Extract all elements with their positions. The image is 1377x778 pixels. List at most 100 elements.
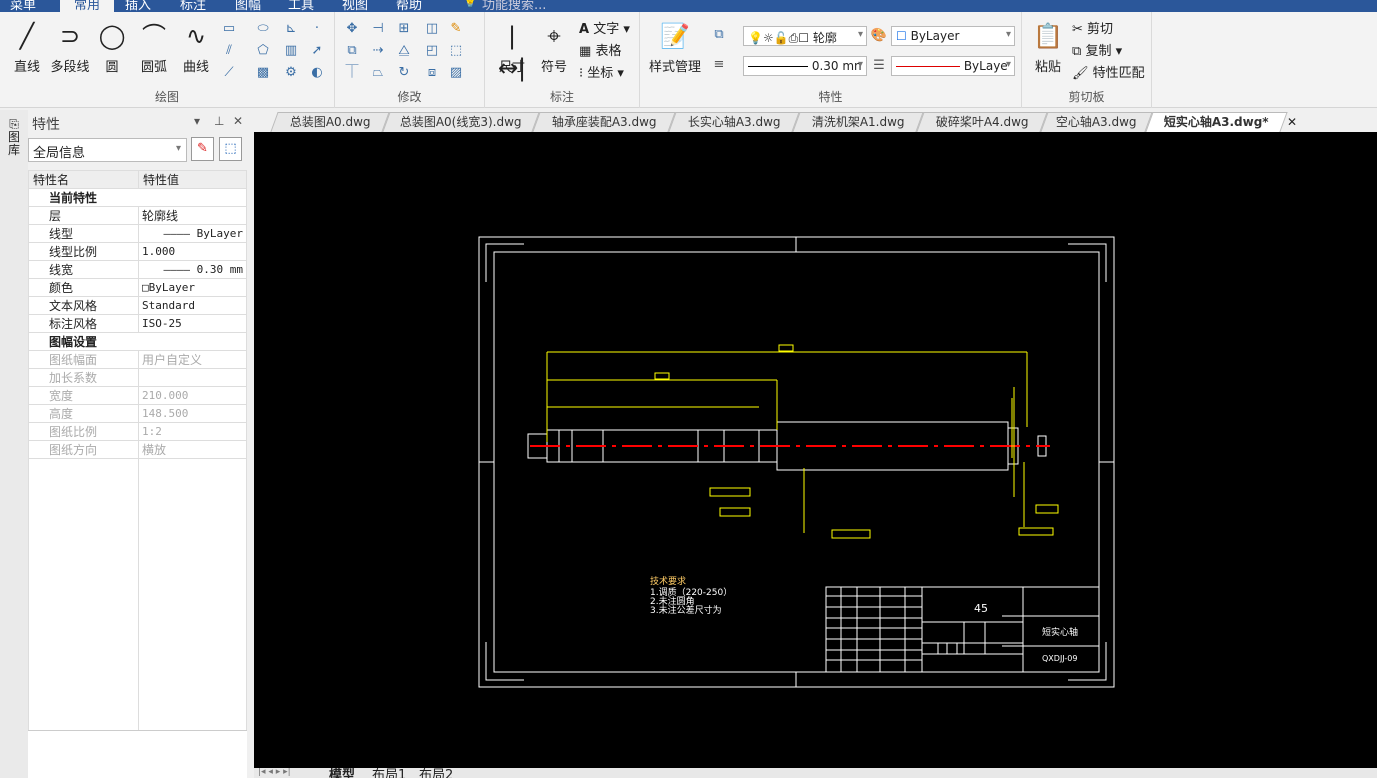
layout-tab-model[interactable]: 模型 bbox=[329, 768, 355, 778]
erase-icon[interactable]: ✎ bbox=[447, 20, 465, 38]
doc-tab[interactable]: 破碎桨叶A4.dwg bbox=[916, 112, 1048, 132]
part-name-text: 短实心轴 bbox=[1042, 626, 1078, 638]
menu-tab[interactable]: 插入 bbox=[125, 0, 151, 12]
color-wheel-icon[interactable]: 🎨 bbox=[870, 27, 888, 45]
doc-tab[interactable]: 长实心轴A3.dwg bbox=[668, 112, 800, 132]
table-button[interactable]: ▦ 表格 bbox=[579, 40, 621, 59]
copy-button[interactable]: ⧉ 复制 ▾ bbox=[1072, 40, 1122, 59]
table-row[interactable]: 线宽 ———— 0.30 mm bbox=[28, 260, 247, 279]
rotate-icon[interactable]: ↻ bbox=[395, 64, 413, 82]
layout-tab[interactable]: 布局2 bbox=[419, 768, 453, 778]
color-dropdown[interactable]: ☐ ByLayer bbox=[891, 26, 1015, 46]
construction-line-icon[interactable]: ⟋ bbox=[220, 64, 238, 82]
polyline-button[interactable]: ⊃ 多段线 bbox=[48, 20, 92, 75]
library-tab[interactable]: ⎘ 图库 bbox=[6, 118, 22, 157]
table-row[interactable]: 线型比例 1.000 bbox=[28, 242, 247, 261]
region-icon[interactable]: ◐ bbox=[308, 64, 326, 82]
linetype-dropdown[interactable]: ByLaye bbox=[891, 56, 1015, 76]
annotate-group: |↔| 尺寸 ⌖ 符号 A 文字 ▾ ▦ 表格 ⁝ 坐标 ▾ 标注 bbox=[485, 12, 640, 108]
quick-select-icon[interactable]: ⬚ bbox=[219, 137, 242, 161]
table-row[interactable]: 标注风格 ISO-25 bbox=[28, 314, 247, 333]
menu-tab[interactable]: 图幅 bbox=[235, 0, 261, 12]
group-current[interactable]: 当前特性 bbox=[28, 188, 247, 207]
gear-shape-icon[interactable]: ▥ bbox=[282, 42, 300, 60]
coordinate-icon: ⁝ bbox=[579, 66, 584, 81]
drawing-number-text: QXDJJ-09 bbox=[1042, 654, 1077, 663]
cut-button[interactable]: ✂ 剪切 bbox=[1072, 18, 1113, 37]
arc-button[interactable]: ⌒ 圆弧 bbox=[136, 20, 172, 75]
menu-tab[interactable]: 菜单 bbox=[10, 0, 36, 12]
menu-tab[interactable]: 视图 bbox=[342, 0, 368, 12]
table-row[interactable]: 层轮廓线 bbox=[28, 206, 247, 225]
group-sheet[interactable]: 图幅设置 bbox=[28, 332, 247, 351]
text-button[interactable]: A 文字 ▾ bbox=[579, 18, 630, 37]
menu-tab-active[interactable]: 常用 bbox=[60, 0, 115, 12]
lineweight-icon[interactable]: ≡ bbox=[710, 56, 728, 74]
doc-tab[interactable]: 总装图A0(线宽3).dwg bbox=[382, 112, 540, 132]
move-icon[interactable]: ✥ bbox=[343, 20, 361, 38]
doc-tab[interactable]: 轴承座装配A3.dwg bbox=[532, 112, 676, 132]
ellipse-icon[interactable]: ⬭ bbox=[254, 20, 272, 38]
scale-icon[interactable]: ◰ bbox=[423, 42, 441, 60]
linetype-icon[interactable]: ☰ bbox=[870, 57, 888, 75]
table-row[interactable]: 颜色 □ByLayer bbox=[28, 278, 247, 297]
hatch-icon[interactable]: ▩ bbox=[254, 64, 272, 82]
line-button[interactable]: ╱ 直线 bbox=[8, 20, 46, 75]
menu-tab[interactable]: 工具 bbox=[288, 0, 314, 12]
function-search[interactable]: 功能搜索... bbox=[482, 0, 546, 12]
layer-manager-icon[interactable]: ⧉ bbox=[710, 26, 728, 44]
search-icon[interactable]: 💡 bbox=[462, 0, 478, 9]
table-row[interactable]: 线型 ———— ByLayer bbox=[28, 224, 247, 243]
pin-icon[interactable]: ⊥ bbox=[214, 114, 224, 128]
break-icon[interactable]: ◫ bbox=[423, 20, 441, 38]
close-tab-icon[interactable]: ✕ bbox=[1287, 115, 1297, 129]
symbol-button[interactable]: ⌖ 符号 bbox=[535, 20, 573, 75]
doc-tab[interactable]: 空心轴A3.dwg bbox=[1040, 112, 1153, 132]
parallel-line-icon[interactable]: ⫽ bbox=[220, 42, 238, 60]
trim-icon[interactable]: ⊣ bbox=[369, 20, 387, 38]
3d-icon[interactable]: ⧈ bbox=[423, 64, 441, 82]
menu-tab[interactable]: 帮助 bbox=[396, 0, 422, 12]
text-icon: A bbox=[579, 22, 590, 37]
layout-tab[interactable]: 布局1 bbox=[372, 768, 406, 778]
symbol-icon: ⌖ bbox=[547, 22, 561, 50]
arrow-icon[interactable]: ➚ bbox=[308, 42, 326, 60]
point-icon[interactable]: · bbox=[308, 20, 326, 38]
style-manager-button[interactable]: 📝 样式管理 bbox=[646, 20, 704, 75]
stretch-icon[interactable]: ⏢ bbox=[369, 64, 387, 82]
mirror-icon[interactable]: ⧋ bbox=[395, 42, 413, 60]
doc-tab[interactable]: 总装图A0.dwg bbox=[270, 112, 390, 132]
clear-selection-icon[interactable]: ✎ bbox=[191, 137, 214, 161]
paste-button[interactable]: 📋 粘贴 bbox=[1028, 20, 1068, 75]
layer-state-icons: 💡☼🔓⎙☐ bbox=[748, 31, 809, 45]
doc-tab[interactable]: 清洗机架A1.dwg bbox=[792, 112, 924, 132]
side-strip: ⎘ 图库 bbox=[0, 110, 28, 778]
copy-object-icon[interactable]: ⧉ bbox=[343, 42, 361, 60]
extend-icon[interactable]: ⇢ bbox=[369, 42, 387, 60]
match-properties-button[interactable]: 🖌 特性匹配 bbox=[1072, 62, 1145, 81]
curve-button[interactable]: ∿ 曲线 bbox=[178, 20, 214, 75]
panel-menu-icon[interactable]: ▾ bbox=[194, 114, 200, 128]
menu-tab[interactable]: 标注 bbox=[180, 0, 206, 12]
lineweight-dropdown[interactable]: 0.30 mn bbox=[743, 56, 867, 76]
selection-dropdown[interactable]: 全局信息 bbox=[28, 138, 187, 162]
close-icon[interactable]: ✕ bbox=[233, 114, 243, 128]
drawing-canvas[interactable]: 技术要求 1.调质（220-250） 2.未注圆角 3.未注公差尺寸为 45 短… bbox=[254, 132, 1377, 768]
array-icon[interactable]: ⊞ bbox=[395, 20, 413, 38]
gear-icon[interactable]: ⚙ bbox=[282, 64, 300, 82]
doc-tab-active[interactable]: 短实心轴A3.dwg* bbox=[1145, 112, 1288, 132]
curve-fit-icon[interactable]: ⊾ bbox=[282, 20, 300, 38]
offset-icon[interactable]: ⬚ bbox=[447, 42, 465, 60]
fillet-icon[interactable]: ⏉ bbox=[343, 64, 361, 82]
layer-dropdown[interactable]: 💡☼🔓⎙☐ 轮廓 bbox=[743, 26, 867, 46]
hatch-edit-icon[interactable]: ▨ bbox=[447, 64, 465, 82]
draw-group: ╱ 直线 ⊃ 多段线 ◯ 圆 ⌒ 圆弧 ∿ 曲线 ▭ ⬭ ⊾ · ⫽ ⬠ ▥ ➚ ⟋ ▩ … bbox=[0, 12, 335, 108]
polygon-icon[interactable]: ⬠ bbox=[254, 42, 272, 60]
circle-button[interactable]: ◯ 圆 bbox=[94, 20, 130, 75]
table-row: 加长系数 bbox=[28, 368, 247, 387]
coordinate-button[interactable]: ⁝ 坐标 ▾ bbox=[579, 62, 624, 81]
dimension-button[interactable]: |↔| 尺寸 bbox=[493, 20, 531, 82]
tab-nav-arrows-icon[interactable]: |◂ ◂ ▸ ▸| bbox=[258, 768, 291, 777]
rectangle-icon[interactable]: ▭ bbox=[220, 20, 238, 38]
table-row[interactable]: 文本风格 Standard bbox=[28, 296, 247, 315]
